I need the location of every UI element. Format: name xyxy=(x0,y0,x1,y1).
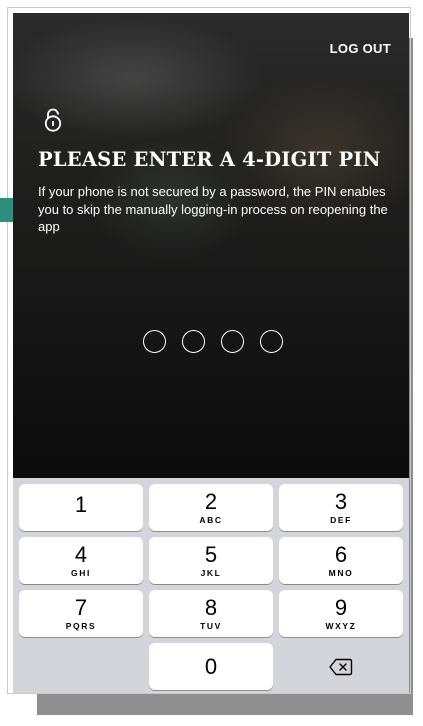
key-digit: 1 xyxy=(74,491,88,517)
pin-dot xyxy=(143,330,166,353)
key-4[interactable]: 4 GHI xyxy=(19,537,143,584)
backspace-button[interactable] xyxy=(279,643,403,690)
key-2[interactable]: 2 ABC xyxy=(149,484,273,531)
key-1[interactable]: 1 xyxy=(19,484,143,531)
key-digit: 7 xyxy=(74,595,88,620)
key-5[interactable]: 5 JKL xyxy=(149,537,273,584)
key-7[interactable]: 7 PQRS xyxy=(19,590,143,637)
numeric-keypad: 1 2 ABC 3 DEF 4 GHI 5 JKL 6 MNO 7 PQRS 8… xyxy=(13,478,409,693)
key-digit: 6 xyxy=(334,542,348,567)
pin-dot xyxy=(221,330,244,353)
pin-description: If your phone is not secured by a passwo… xyxy=(38,184,388,234)
key-letters: DEF xyxy=(330,515,352,525)
pin-dot xyxy=(182,330,205,353)
key-digit: 5 xyxy=(204,542,218,567)
pin-title: PLEASE ENTER A 4-DIGIT PIN xyxy=(38,148,381,171)
key-digit: 8 xyxy=(204,595,218,620)
key-8[interactable]: 8 TUV xyxy=(149,590,273,637)
key-digit: 9 xyxy=(334,595,348,620)
key-letters: JKL xyxy=(200,568,222,578)
key-digit: 4 xyxy=(74,542,88,567)
pin-indicator xyxy=(143,330,283,360)
key-letters: WXYZ xyxy=(325,621,357,631)
logout-button[interactable]: LOG OUT xyxy=(330,41,391,56)
key-letters: GHI xyxy=(71,568,91,578)
key-digit: 2 xyxy=(204,489,218,514)
key-0[interactable]: 0 xyxy=(149,643,273,690)
key-letters: PQRS xyxy=(65,621,97,631)
key-digit: 0 xyxy=(204,653,218,679)
key-6[interactable]: 6 MNO xyxy=(279,537,403,584)
key-letters: ABC xyxy=(199,515,223,525)
backspace-icon xyxy=(329,658,353,675)
pin-dot xyxy=(260,330,283,353)
phone-screen: LOG OUT PLEASE ENTER A 4-DIGIT PIN If yo… xyxy=(13,13,409,693)
pin-background: LOG OUT PLEASE ENTER A 4-DIGIT PIN If yo… xyxy=(13,13,409,478)
key-letters: MNO xyxy=(328,568,354,578)
key-digit: 3 xyxy=(334,489,348,514)
key-letters: TUV xyxy=(200,621,222,631)
key-3[interactable]: 3 DEF xyxy=(279,484,403,531)
lock-icon xyxy=(44,108,62,132)
key-9[interactable]: 9 WXYZ xyxy=(279,590,403,637)
